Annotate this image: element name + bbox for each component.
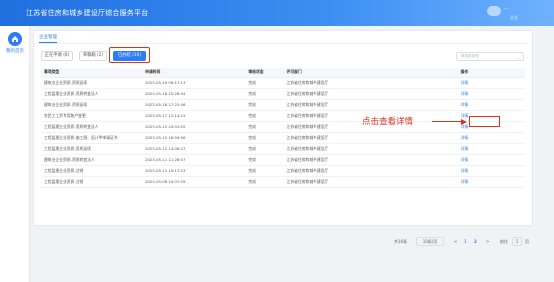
cell-time: 2023-05-17 12:14:15 [142,110,246,122]
cell-status: 完成 [245,121,284,133]
table-row: 建筑业企业资质-资质转变法人 2023-05-11 11:28:07 完成 江苏省住房… [41,154,525,166]
sidebar: 我的首页 [0,26,30,282]
user-role: 企业 [510,15,518,20]
cell-time: 2023-05-11 10:17:23 [142,165,246,177]
user-name[interactable]: — [504,7,509,12]
cell-time: 2023-05-15 20:01:05 [142,121,246,133]
detail-link-highlight [469,116,500,127]
user-avatar[interactable] [487,6,501,16]
cell-time: 2023-05-08 10:07:59 [142,176,246,188]
cell-type: 建筑业企业资质-资质延续 [41,99,143,111]
detail-link[interactable]: 详情 [457,99,525,111]
table-row: 工程监理企业资质-注销 2023-05-11 10:17:23 完成 江苏省住房和城乡… [41,165,525,177]
cell-status: 完成 [245,88,284,100]
cell-time: 2023-05-12 14:06:27 [142,143,246,155]
tab-drafts[interactable]: 草稿箱 (2) [79,51,107,61]
type-select[interactable]: 请选择类型 ⌄ [456,52,524,61]
table-row: 工程监理企业资质-资质延续 2023-05-12 14:06:27 完成 江苏省住房和… [41,143,525,155]
table-row: 工程监理企业资质-资质转变法人 2023-05-15 20:01:05 完成 江苏省住… [41,121,525,133]
annotation-arrow-line [432,121,462,122]
divider [39,43,527,44]
cell-type: 工程监理企业资质-资质转变法人 [41,88,143,100]
cell-dept: 江苏省住房和城乡建设厅 [283,165,458,177]
col-header-time: 申请时间 [142,68,246,78]
page-1[interactable]: 1 [464,237,467,247]
cell-type: 农民工工资专用账户变更 [41,110,143,122]
arrow-right-icon [461,118,467,125]
cell-dept: 江苏省住房和城乡建设厅 [283,143,458,155]
col-header-status: 审核状态 [245,68,284,78]
records-table: 事项类型 申请时间 审核状态 许可部门 操作 建筑业企业资质-资质延续 2023-… [41,68,525,188]
cell-status: 完成 [245,132,284,144]
chevron-down-icon: ⌄ [516,55,520,60]
table-row: 农民工工资专用账户变更 2023-05-17 12:14:15 完成 江苏省住房和城乡… [41,110,525,122]
main-panel: 企业管理 正在申请 (6) 草稿箱 (2) 已办结 (16) 请选择类型 ⌄ 事… [33,30,533,246]
table-row: 建筑业企业资质-资质延续 2023-05-18 17:23:46 完成 江苏省住房和城… [41,99,525,111]
detail-link[interactable]: 详情 [457,143,525,155]
cell-dept: 江苏省住房和城乡建设厅 [283,154,458,166]
platform-title: 江苏省住房和城乡建设厅综合服务平台 [26,9,149,17]
cell-dept: 江苏省住房和城乡建设厅 [283,99,458,111]
cell-dept: 江苏省住房和城乡建设厅 [283,77,458,89]
prev-page-button[interactable]: < [454,237,457,247]
detail-link[interactable]: 详情 [457,88,525,100]
cell-status: 完成 [245,99,284,111]
cell-type: 工程监理企业资质-注销 [41,176,143,188]
type-select-placeholder: 请选择类型 [461,54,479,58]
annotation-click-details: 点击查看详情 [362,117,414,127]
tab-applying[interactable]: 正在申请 (6) [41,51,73,61]
page-size-select[interactable]: 10条/页 [416,237,444,246]
cell-time: 2023-05-19 09:17:13 [142,77,246,89]
cell-time: 2023-05-18 15:28:44 [142,88,246,100]
top-header: 江苏省住房和城乡建设厅综合服务平台 — 企业 [0,0,554,26]
table-row: 工程监理企业资质-资质转变法人 2023-05-18 15:28:44 完成 江苏省住… [41,88,525,100]
detail-link[interactable]: 详情 [457,154,525,166]
page-2[interactable]: 2 [474,237,477,247]
completed-tab-highlight [109,47,150,63]
table-row: 工程监理企业资质-注销 2023-05-08 10:07:59 完成 江苏省住房和城乡… [41,176,525,188]
next-page-button[interactable]: > [486,237,489,247]
col-header-action: 操作 [457,68,525,78]
cell-type: 工程监理企业资质-资质转变法人 [41,121,143,133]
detail-link[interactable]: 详情 [457,132,525,144]
detail-link[interactable]: 详情 [457,176,525,188]
cell-status: 完成 [245,165,284,177]
goto-label: 前往 [500,239,508,244]
table-header-row: 事项类型 申请时间 审核状态 许可部门 操作 [41,68,525,78]
cell-time: 2023-05-11 11:28:07 [142,154,246,166]
col-header-dept: 许可部门 [283,68,458,78]
cell-status: 完成 [245,154,284,166]
col-header-type: 事项类型 [41,68,143,78]
cell-type: 工程监理企业资质-资质延续 [41,143,143,155]
cell-type: 工程监理企业资质-施工图、设计甲申请证书 [41,132,143,144]
tab-enterprise-management[interactable]: 企业管理 [39,34,57,43]
cell-type: 建筑业企业资质-资质转变法人 [41,154,143,166]
detail-link[interactable]: 详情 [457,77,525,89]
cell-status: 完成 [245,143,284,155]
sidebar-item-home[interactable]: 我的首页 [0,32,30,54]
cell-type: 建筑业企业资质-资质延续 [41,77,143,89]
cell-time: 2023-05-18 17:23:46 [142,99,246,111]
goto-input[interactable]: 1 [512,237,522,246]
cell-dept: 江苏省住房和城乡建设厅 [283,176,458,188]
cell-status: 完成 [245,77,284,89]
table-row: 建筑业企业资质-资质延续 2023-05-19 09:17:13 完成 江苏省住房和城… [41,77,525,89]
sidebar-item-home-label: 我的首页 [6,49,24,54]
cell-dept: 江苏省住房和城乡建设厅 [283,88,458,100]
cell-status: 完成 [245,176,284,188]
detail-link[interactable]: 详情 [457,165,525,177]
cell-status: 完成 [245,110,284,122]
table-row: 工程监理企业资质-施工图、设计甲申请证书 2023-05-15 16:59:56 完… [41,132,525,144]
cell-type: 工程监理企业资质-注销 [41,165,143,177]
home-icon [8,32,22,46]
goto-unit: 页 [525,239,529,244]
cell-time: 2023-05-15 16:59:56 [142,132,246,144]
pager-total: 共16条 [394,239,408,244]
cell-dept: 江苏省住房和城乡建设厅 [283,132,458,144]
